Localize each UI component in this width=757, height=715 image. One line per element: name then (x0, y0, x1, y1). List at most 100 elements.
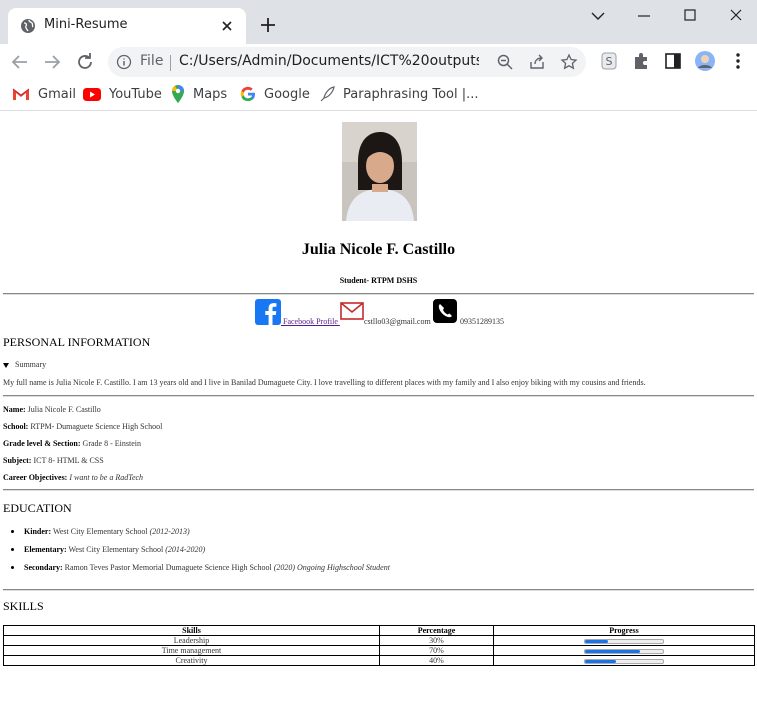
bookmark-label: YouTube (109, 86, 162, 102)
omnibox-divider (170, 55, 171, 71)
extensions-puzzle-icon[interactable] (631, 51, 651, 71)
quill-icon (320, 86, 335, 102)
education-item: Elementary: West City Elementary School … (11, 545, 206, 554)
detail-value: RTPM- Dumaguete Science High School (28, 422, 163, 431)
education-level: Elementary: (24, 545, 67, 554)
scheme-label: File (140, 53, 164, 69)
new-tab-icon[interactable] (258, 15, 278, 35)
divider (3, 589, 754, 591)
detail-key: Subject: (3, 456, 32, 465)
progress-cell (493, 655, 755, 666)
info-icon[interactable] (116, 54, 132, 70)
profile-avatar-icon[interactable] (695, 51, 715, 71)
maximize-icon[interactable] (678, 6, 702, 26)
minimize-icon[interactable] (632, 6, 656, 26)
column-header: Percentage (379, 625, 494, 636)
personal-info-heading: PERSONAL INFORMATION (3, 335, 151, 349)
bookmark-star-icon[interactable] (560, 53, 578, 71)
detail-key: Name: (3, 405, 26, 414)
detail-subject: Subject: ICT 8- HTML & CSS (3, 456, 104, 465)
detail-key: School: (3, 422, 29, 431)
divider (3, 395, 754, 397)
bookmark-label: Paraphrasing Tool |... (343, 86, 479, 102)
tab-search-chevron-icon[interactable] (586, 6, 610, 26)
back-icon[interactable] (8, 50, 32, 74)
bullet (11, 548, 14, 551)
detail-value: I want to be a RadTech (67, 473, 144, 482)
toolbar: File C:/Users/Admin/Documents/ICT%20outp… (0, 44, 757, 78)
education-years: (2012-2013) (149, 527, 190, 536)
forward-icon[interactable] (40, 50, 64, 74)
table-row: Time management 70% (3, 645, 755, 656)
progress-cell (493, 645, 755, 656)
progress-bar (584, 658, 664, 664)
education-years: (2014-2020) (165, 545, 206, 554)
phone-icon (433, 299, 457, 323)
maps-icon (172, 85, 184, 103)
youtube-icon (83, 87, 101, 101)
tab-strip: Mini-Resume (0, 0, 757, 44)
close-tab-icon[interactable] (218, 17, 236, 35)
bookmark-label: Gmail (38, 86, 76, 102)
table-row: Leadership 30% (3, 635, 755, 646)
share-icon[interactable] (528, 53, 546, 71)
progress-cell (493, 635, 755, 646)
education-school: West City Elementary School (66, 545, 166, 554)
progress-fill (585, 639, 609, 643)
bookmark-gmail[interactable]: Gmail (12, 84, 76, 104)
table-header-row: Skills Percentage Progress (3, 625, 755, 636)
zoom-icon[interactable] (496, 53, 514, 71)
s-extension-icon[interactable]: S (599, 51, 619, 71)
detail-name: Name: Julia Nicole F. Castillo (3, 405, 101, 414)
svg-text:S: S (606, 55, 613, 68)
education-school: West City Elementary School (51, 527, 150, 536)
tab-title: Mini-Resume (44, 17, 128, 32)
email-text: cstllo03@gmail.com (364, 317, 431, 326)
education-years: (2020) Ongoing Highschool Student (273, 563, 390, 572)
skill-cell: Time management (3, 645, 380, 656)
table-row: Creativity 40% (3, 655, 755, 666)
bookmarks-bar: Gmail YouTube Maps Google Paraphrasing T… (0, 78, 757, 111)
globe-icon (21, 19, 35, 33)
close-window-icon[interactable] (724, 6, 748, 26)
side-panel-icon[interactable] (663, 51, 683, 71)
phone-text: 09351289135 (460, 317, 504, 326)
address-bar[interactable]: File C:/Users/Admin/Documents/ICT%20outp… (108, 47, 586, 77)
detail-career: Career Objectives: I want to be a RadTec… (3, 473, 143, 482)
bookmark-label: Maps (193, 86, 228, 102)
bookmark-paraphrasing-tool[interactable]: Paraphrasing Tool |... (319, 84, 479, 104)
bullet (11, 566, 14, 569)
facebook-icon[interactable] (255, 299, 281, 325)
reload-icon[interactable] (73, 50, 97, 74)
skills-heading: SKILLS (3, 599, 44, 613)
progress-fill (585, 649, 640, 653)
progress-bar (584, 638, 664, 644)
detail-key: Grade level & Section: (3, 439, 81, 448)
education-heading: EDUCATION (3, 501, 72, 515)
detail-school: School: RTPM- Dumaguete Science High Sch… (3, 422, 162, 431)
summary-label: Summary (15, 360, 47, 369)
percentage-cell: 70% (379, 645, 494, 656)
disclosure-triangle-icon (3, 362, 9, 368)
contact-row: Facebook Profile cstllo03@gmail.com 0935… (0, 299, 757, 327)
detail-key: Career Objectives: (3, 473, 68, 482)
bookmark-maps[interactable]: Maps (171, 84, 227, 104)
bookmark-youtube[interactable]: YouTube (83, 84, 162, 104)
education-item: Kinder: West City Elementary School (201… (11, 527, 190, 536)
facebook-profile-link[interactable]: Facebook Profile (281, 317, 340, 326)
education-item: Secondary: Ramon Teves Pastor Memorial D… (11, 563, 390, 572)
summary-toggle[interactable]: Summary (3, 360, 46, 369)
bullet (11, 530, 14, 533)
detail-value: ICT 8- HTML & CSS (31, 456, 104, 465)
menu-dots-icon[interactable] (728, 51, 748, 71)
resume-page: Julia Nicole F. Castillo Student- RTPM D… (0, 111, 757, 715)
progress-fill (585, 659, 617, 663)
column-header: Progress (493, 625, 755, 636)
education-level: Kinder: (24, 527, 52, 536)
percentage-cell: 40% (379, 655, 494, 666)
url-text[interactable]: C:/Users/Admin/Documents/ICT%20outputs/P… (179, 53, 479, 69)
detail-value: Julia Nicole F. Castillo (25, 405, 101, 414)
tab-mini-resume[interactable]: Mini-Resume (8, 8, 246, 44)
bookmark-google[interactable]: Google (240, 84, 310, 104)
summary-text: My full name is Julia Nicole F. Castillo… (3, 378, 646, 387)
